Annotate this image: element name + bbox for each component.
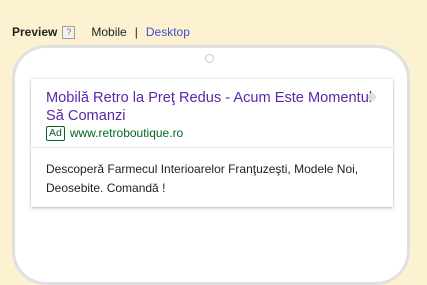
preview-label: Preview — [12, 25, 58, 39]
preview-header: Preview ? Mobile | Desktop — [12, 24, 190, 40]
toggle-separator: | — [134, 25, 138, 39]
mobile-toggle[interactable]: Mobile — [91, 25, 126, 39]
ad-info-dot-icon — [368, 93, 376, 101]
ad-url-row: Ad www.retroboutique.ro — [46, 125, 183, 141]
ad-display-url[interactable]: www.retroboutique.ro — [70, 126, 183, 140]
help-icon[interactable]: ? — [62, 25, 76, 39]
ad-description: Descoperă Farmecul Interioarelor Franţuz… — [46, 162, 359, 195]
device-toggle: Mobile | Desktop — [91, 25, 190, 39]
ad-badge: Ad — [46, 125, 65, 141]
ad-preview-card: Mobilă Retro la Preţ Redus - Acum Este M… — [31, 79, 393, 207]
speaker-icon — [205, 54, 214, 63]
ad-divider — [31, 147, 393, 148]
ad-headline-link[interactable]: Mobilă Retro la Preţ Redus - Acum Este M… — [46, 89, 374, 125]
desktop-toggle-link[interactable]: Desktop — [146, 25, 190, 39]
